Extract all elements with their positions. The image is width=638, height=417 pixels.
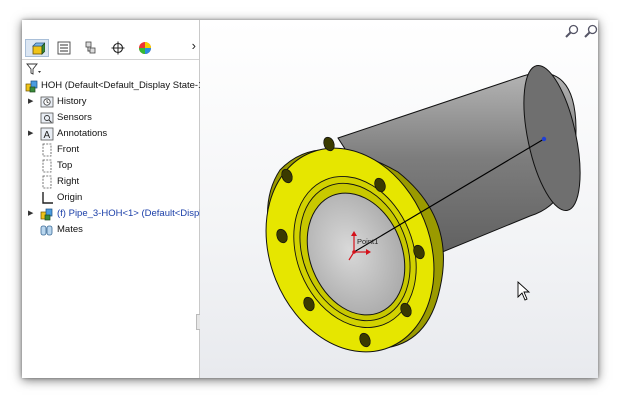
tree-item-origin[interactable]: Origin: [22, 190, 199, 206]
sketch-endpoint[interactable]: [541, 136, 547, 142]
tree-filter[interactable]: [26, 62, 176, 76]
tree-item-label: History: [57, 96, 87, 107]
tree-item-front[interactable]: Front: [22, 142, 199, 158]
sensors-icon: [40, 112, 54, 124]
tree-item-top[interactable]: Top: [22, 158, 199, 174]
display-manager-icon: [139, 42, 151, 54]
svg-text:A: A: [44, 130, 51, 141]
expand-arrow-icon[interactable]: ▶: [28, 209, 33, 217]
tree-item-annotations[interactable]: ▶ A Annotations: [22, 126, 199, 142]
mates-icon: [40, 225, 53, 236]
mouse-cursor-icon: [517, 280, 531, 301]
expand-arrow-icon[interactable]: ▶: [28, 129, 33, 137]
plane-icon: [42, 159, 52, 173]
assembly-icon: [25, 80, 38, 93]
tree-item-label: Front: [57, 144, 80, 155]
tree-item-pipe-part[interactable]: ▶ (f) Pipe_3-HOH<1> (Default<Display: [22, 206, 211, 222]
tree-item-label: Annotations: [57, 128, 108, 139]
plane-icon: [42, 175, 52, 189]
tab-feature-manager[interactable]: [25, 39, 49, 57]
tree-item-label: Origin: [57, 192, 83, 203]
feature-manager-icon: [32, 42, 45, 55]
tree-item-label: Sensors: [57, 112, 92, 123]
plane-icon: [42, 143, 52, 157]
tab-configuration-manager[interactable]: [79, 39, 103, 57]
property-manager-icon: [57, 41, 71, 55]
origin-icon: [42, 192, 53, 204]
expand-arrow-icon[interactable]: ▶: [28, 97, 33, 105]
tab-property-manager[interactable]: [52, 39, 76, 57]
history-icon: [40, 96, 54, 108]
tree-item-label: (f) Pipe_3-HOH<1> (Default<Display: [57, 208, 212, 219]
filter-icon: [26, 63, 41, 75]
part-icon: [40, 208, 53, 221]
manager-tabs: ›: [22, 37, 199, 60]
feature-manager-panel: › HOH (Default<Default_Display State-1> …: [22, 20, 211, 378]
solidworks-window: › HOH (Default<Default_Display State-1> …: [22, 20, 598, 378]
tab-dimxpert-manager[interactable]: [106, 39, 130, 57]
annotations-icon: A: [40, 127, 54, 141]
tree-item-label: Top: [57, 160, 73, 171]
tree-item-mates[interactable]: Mates: [22, 222, 199, 238]
tree-item-label: Mates: [57, 224, 83, 235]
tab-display-manager[interactable]: [133, 39, 157, 57]
tree-item-label: Right: [57, 176, 80, 187]
configuration-manager-icon: [85, 41, 96, 54]
graphics-area[interactable]: Point1: [200, 20, 598, 378]
dimxpert-manager-icon: [111, 41, 125, 55]
tree-item-right[interactable]: Right: [22, 174, 199, 190]
origin-label: Point1: [357, 237, 378, 246]
tree-item-sensors[interactable]: Sensors: [22, 110, 199, 126]
model-view[interactable]: Point1: [200, 20, 598, 378]
tree-root[interactable]: HOH (Default<Default_Display State-1>: [22, 78, 209, 94]
tree-item-history[interactable]: ▶ History: [22, 94, 199, 110]
tabs-more-button[interactable]: ›: [192, 38, 196, 53]
tree-root-label: HOH (Default<Default_Display State-1>: [41, 80, 209, 91]
